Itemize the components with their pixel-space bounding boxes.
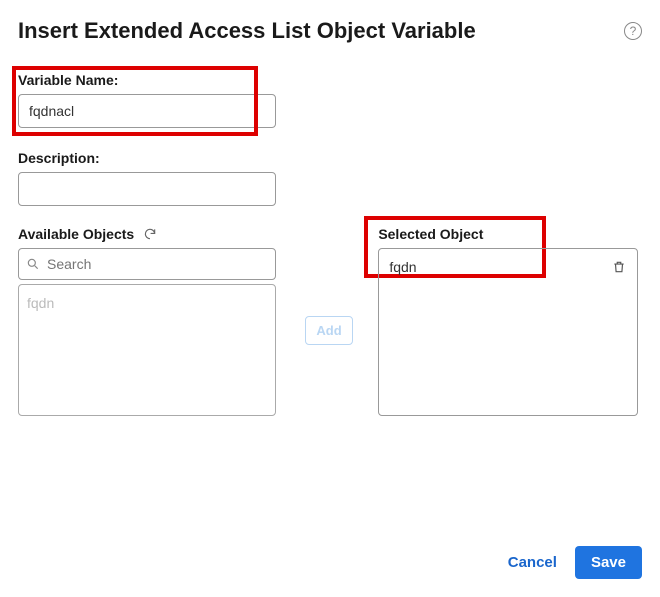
search-input[interactable] [18,248,276,280]
description-label: Description: [18,150,642,166]
search-icon [26,257,40,271]
add-button[interactable]: Add [305,316,352,345]
selected-item-text: fqdn [389,259,416,275]
available-objects-label: Available Objects [18,226,134,242]
reload-icon[interactable] [142,226,158,242]
selected-object-label: Selected Object [378,226,642,242]
trash-icon[interactable] [611,259,627,275]
save-button[interactable]: Save [575,546,642,579]
variable-name-label: Variable Name: [18,72,642,88]
cancel-button[interactable]: Cancel [508,554,557,571]
help-icon[interactable]: ? [624,22,642,40]
selected-item: fqdn [389,259,627,275]
description-input[interactable] [18,172,276,206]
variable-name-input[interactable] [18,94,276,128]
selected-object-box: fqdn [378,248,638,416]
available-objects-list[interactable]: fqdn [18,284,276,416]
page-title: Insert Extended Access List Object Varia… [18,18,476,44]
list-item[interactable]: fqdn [27,293,267,313]
